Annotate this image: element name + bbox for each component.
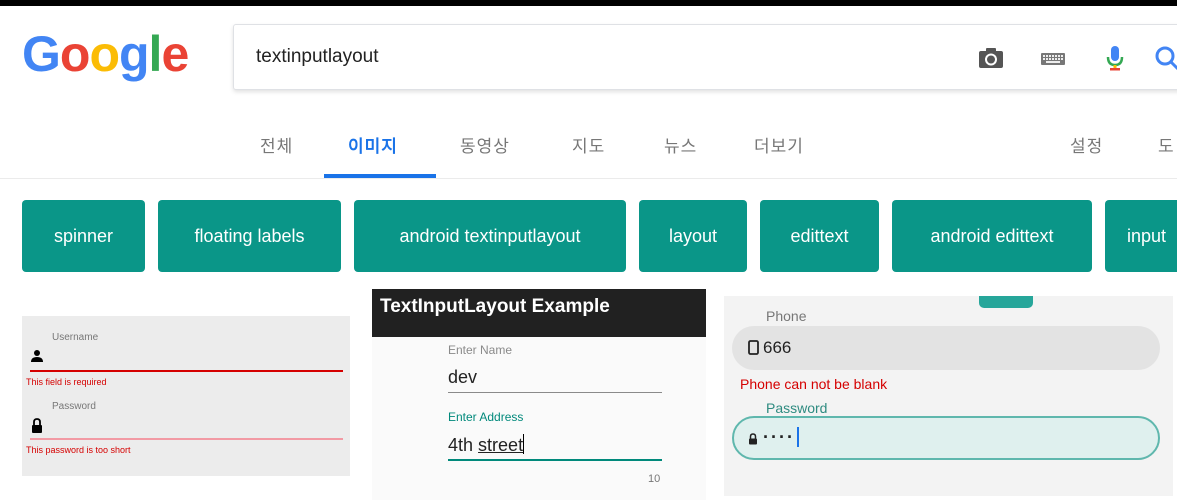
chip-spinner[interactable]: spinner (22, 200, 145, 272)
address-value: 4th street (448, 434, 525, 455)
microphone-icon[interactable] (1100, 43, 1130, 73)
lock-icon (748, 432, 758, 450)
logo-letter: l (148, 26, 163, 82)
search-box[interactable] (233, 24, 1177, 90)
image-result-1[interactable]: Username This field is required Password… (22, 316, 350, 476)
tab-news[interactable]: 뉴스 (664, 132, 697, 157)
chip-android-edittext[interactable]: android edittext (892, 200, 1092, 272)
chip-android-textinputlayout[interactable]: android textinputlayout (354, 200, 626, 272)
search-input[interactable] (256, 41, 856, 73)
chip-layout[interactable]: layout (639, 200, 747, 272)
character-counter: 10 (648, 473, 661, 485)
password-error: This password is too short (26, 445, 131, 455)
image-result-2[interactable]: TextInputLayout Example Enter Name dev E… (372, 289, 706, 500)
chip-edittext[interactable]: edittext (760, 200, 879, 272)
top-bar (0, 0, 1177, 6)
logo-letter: g (119, 26, 150, 82)
address-label: Enter Address (448, 410, 524, 424)
logo-letter: e (161, 26, 189, 82)
password-label: Password (766, 400, 828, 416)
name-underline (448, 392, 662, 393)
username-underline (30, 370, 343, 372)
address-underline (448, 459, 662, 461)
tab-more[interactable]: 더보기 (754, 132, 804, 157)
tab-all[interactable]: 전체 (260, 132, 293, 157)
search-tabs: 전체 이미지 동영상 지도 뉴스 더보기 설정 도 (0, 118, 1177, 179)
password-underline (30, 438, 343, 440)
username-error: This field is required (26, 377, 107, 387)
password-value: ···· (763, 427, 799, 448)
name-label: Enter Name (448, 343, 513, 357)
phone-value: 666 (763, 338, 792, 357)
logo-letter: o (89, 26, 120, 82)
phone-error: Phone can not be blank (740, 376, 888, 392)
app-bar-title: TextInputLayout Example (380, 296, 610, 317)
tab-images[interactable]: 이미지 (348, 132, 398, 157)
tab-videos[interactable]: 동영상 (460, 132, 510, 157)
fab-partial (979, 296, 1033, 308)
logo-letter: o (59, 26, 91, 82)
phone-icon (748, 340, 759, 360)
search-icon[interactable] (1152, 43, 1177, 73)
keyboard-icon[interactable] (1038, 43, 1068, 73)
username-label: Username (52, 332, 99, 343)
chip-input[interactable]: input (1105, 200, 1177, 272)
tab-tools[interactable]: 도 (1158, 132, 1175, 157)
phone-field (732, 326, 1160, 370)
active-tab-indicator (324, 174, 436, 178)
google-logo[interactable]: Google (22, 24, 189, 84)
phone-label: Phone (766, 308, 807, 324)
lock-icon (31, 418, 43, 438)
logo-letter: G (22, 26, 61, 82)
tab-settings[interactable]: 설정 (1070, 132, 1103, 157)
password-label: Password (52, 401, 96, 412)
camera-icon[interactable] (976, 43, 1006, 73)
person-icon (31, 349, 43, 368)
name-value: dev (448, 367, 478, 387)
image-result-3[interactable]: Phone 666 Phone can not be blank Passwor… (724, 296, 1173, 496)
tab-maps[interactable]: 지도 (572, 132, 605, 157)
chip-floating-labels[interactable]: floating labels (158, 200, 341, 272)
